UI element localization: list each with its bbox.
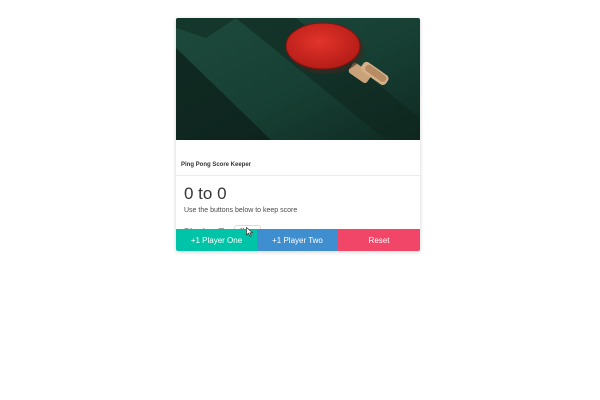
score-instructions: Use the buttons below to keep score (184, 207, 298, 214)
reset-button[interactable]: Reset (338, 229, 420, 251)
card-title: Ping Pong Score Keeper (176, 158, 420, 176)
score-keeper-card: Ping Pong Score Keeper 0 to 0 Use the bu… (176, 18, 420, 251)
card-footer: +1 Player One +1 Player Two Reset (176, 229, 420, 251)
ping-pong-paddle-image (176, 18, 420, 140)
player-two-button[interactable]: +1 Player Two (257, 229, 338, 251)
mouse-cursor-icon (246, 224, 254, 237)
player-one-button[interactable]: +1 Player One (176, 229, 257, 251)
score-display: 0 to 0 (184, 184, 227, 203)
